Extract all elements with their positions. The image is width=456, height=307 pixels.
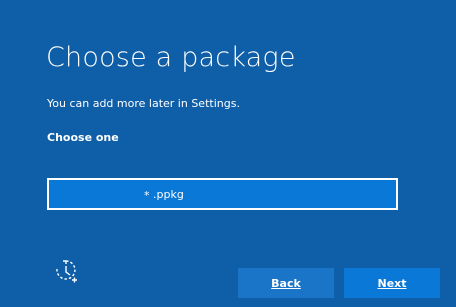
next-button[interactable]: Next	[344, 268, 440, 298]
page-subtitle: You can add more later in Settings.	[47, 97, 240, 110]
back-button[interactable]: Back	[238, 268, 334, 298]
package-list-item[interactable]: * .ppkg	[47, 178, 398, 210]
page-title: Choose a package	[46, 42, 296, 73]
package-star: *	[144, 189, 150, 202]
accessibility-button[interactable]	[52, 258, 80, 286]
package-name: .ppkg	[153, 188, 184, 201]
choose-one-label: Choose one	[47, 131, 119, 144]
ease-of-access-icon	[56, 260, 77, 283]
